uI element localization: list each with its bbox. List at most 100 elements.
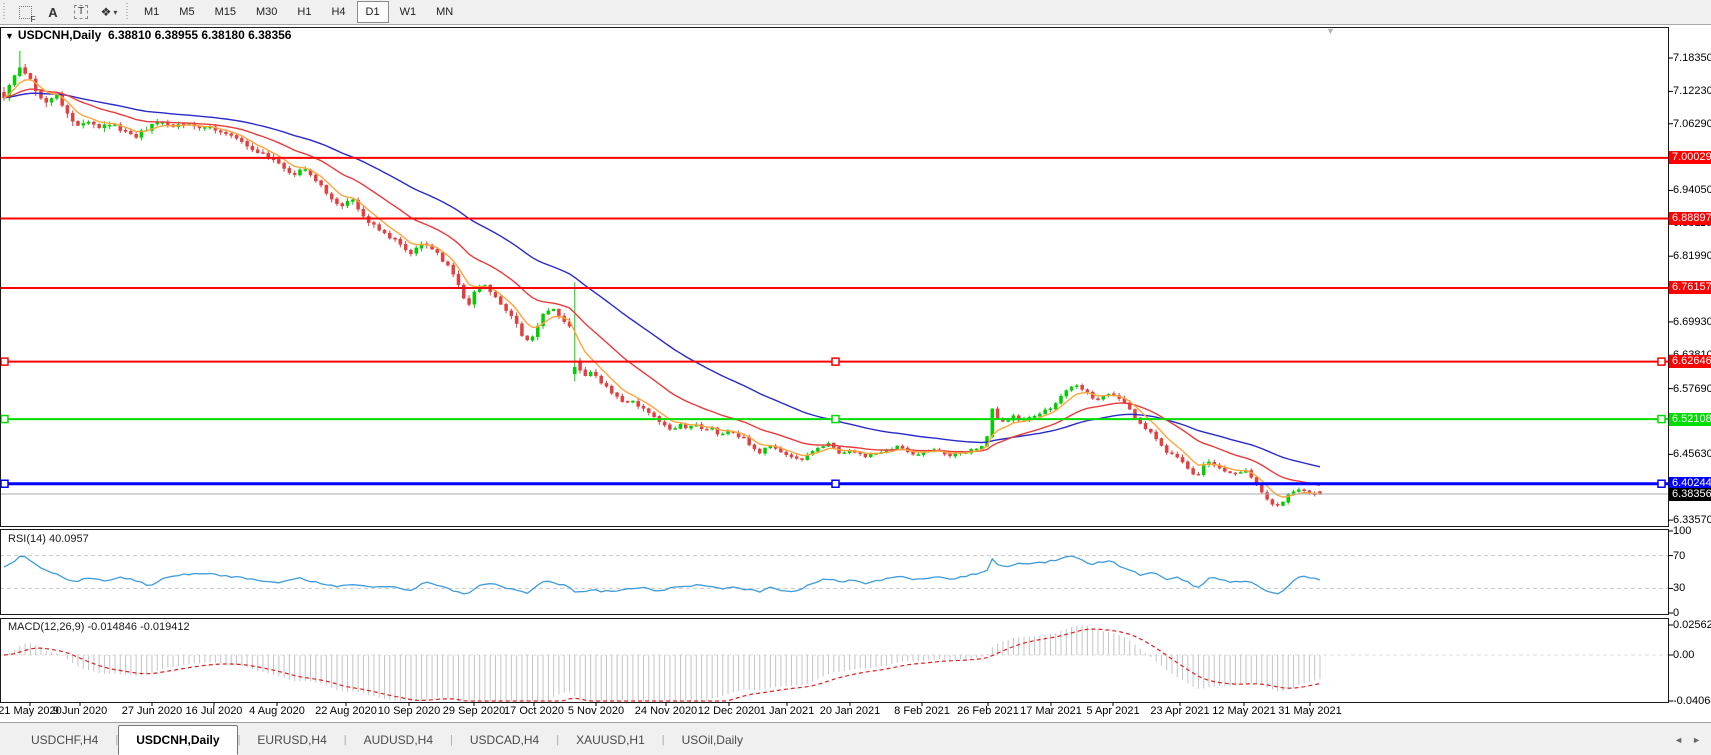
line-selection-handle[interactable] [832,358,839,365]
candle-body [203,127,206,128]
candle-body [785,452,788,455]
candle-body [1165,446,1168,453]
text-tool-button[interactable]: T [68,1,94,23]
candle-body [452,265,455,274]
candle-body [1065,391,1068,396]
candle-body [304,170,307,171]
candle-body [679,424,682,428]
timeframe-button-w1[interactable]: W1 [391,1,426,23]
candle-body [1149,429,1152,432]
rsi-axis-label: 70 [1673,550,1685,563]
candle-body [557,309,560,316]
candle-body [663,422,666,425]
candle-body [388,233,391,238]
chart-tab-audusd-h4[interactable]: AUDUSD,H4 [347,728,450,751]
macd-axis-label: -0.040687 [1673,695,1711,708]
candle-body [298,170,301,175]
candle-body [1075,386,1078,387]
line-selection-handle[interactable] [832,480,839,487]
candle-body [1303,490,1306,491]
price-axis-label: 6.57690 [1673,383,1711,396]
date-axis-label: 31 May 2021 [1273,705,1347,717]
timeframe-button-m30[interactable]: M30 [247,1,286,23]
timeframe-button-m15[interactable]: M15 [206,1,245,23]
timeframe-button-m1[interactable]: M1 [135,1,168,23]
timeframe-button-d1[interactable]: D1 [357,1,389,23]
pane-border [1,530,1669,615]
candle-body [166,123,169,125]
date-axis-label: 10 Sep 2020 [372,705,446,717]
candle-body [690,426,693,428]
candle-body [76,121,79,125]
candle-body [536,326,539,337]
candle-body [822,446,825,447]
tabs-scroll-left-icon[interactable]: ◄ [1674,735,1683,745]
candle-body [1223,468,1226,471]
date-axis-label: 9 Jun 2020 [43,705,117,717]
rsi-indicator-label: RSI(14) 40.0957 [8,533,89,545]
line-selection-handle[interactable] [832,416,839,423]
candle-body [864,454,867,457]
candle-body [1054,403,1057,409]
chart-tab-usdcnh-daily[interactable]: USDCNH,Daily [118,725,237,755]
chart-tab-usdchf-h4[interactable]: USDCHF,H4 [14,728,115,751]
timeframe-button-h1[interactable]: H1 [288,1,320,23]
candle-body [764,448,767,453]
line-selection-handle[interactable] [1658,480,1665,487]
toolbar-grip[interactable] [126,3,131,21]
chart-tab-xauusd-h1[interactable]: XAUUSD,H1 [559,728,662,751]
chart-title: ▼USDCNH,Daily 6.38810 6.38955 6.38180 6.… [5,28,291,42]
chart-tab-usoil-daily[interactable]: USOil,Daily [665,728,760,751]
candle-body [896,446,899,449]
line-selection-handle[interactable] [1,480,8,487]
candle-body [912,452,915,454]
candle-body [219,131,222,133]
candle-body [473,292,476,304]
candle-body [637,401,640,406]
line-price-tag: 6.76157 [1669,281,1711,294]
crosshair-grid-icon[interactable]: F [12,1,38,23]
line-selection-handle[interactable] [1658,358,1665,365]
candle-body [954,454,957,456]
candle-body [917,455,920,456]
candle-body [320,181,323,185]
macd-main-value: -0.014846 [87,621,137,633]
tabs-scroll-right-icon[interactable]: ► [1692,735,1701,745]
candle-body [124,130,127,131]
candle-body [1038,414,1041,416]
candle-body [29,73,32,78]
chart-tabs: USDCHF,H4|USDCNH,Daily|EURUSD,H4|AUDUSD,… [14,725,760,755]
timeframe-button-h4[interactable]: H4 [322,1,354,23]
macd-axis-label: 0.025623 [1673,619,1711,632]
arrow-tool-button[interactable]: A [40,1,66,23]
line-selection-handle[interactable] [1,358,8,365]
candle-body [1070,387,1073,390]
line-selection-handle[interactable] [1,416,8,423]
dropdown-caret-icon: ▾ [113,8,117,17]
candle-body [949,454,952,456]
candle-body [1049,409,1052,410]
candle-body [1155,432,1158,439]
candle-body [256,150,259,153]
chart-canvas[interactable] [0,0,1711,722]
line-selection-handle[interactable] [1658,416,1665,423]
rsi-value: 40.0957 [49,533,89,545]
macd-signal-line [4,629,1320,701]
candle-body [335,199,338,204]
chart-tab-usdcad-h4[interactable]: USDCAD,H4 [453,728,556,751]
candle-body [505,304,508,310]
chart-tab-eurusd-h4[interactable]: EURUSD,H4 [240,728,343,751]
current-price-tag: 6.38356 [1669,488,1711,501]
candle-body [1096,399,1099,400]
toolbar-grip[interactable] [3,3,8,21]
candle-body [515,316,518,323]
candle-body [277,159,280,163]
date-axis-label: 12 May 2021 [1207,705,1281,717]
candle-body [351,200,354,202]
objects-menu-button[interactable]: ❖ ▾ [96,1,122,23]
timeframe-button-m5[interactable]: M5 [170,1,203,23]
timeframe-button-mn[interactable]: MN [427,1,462,23]
chart-shift-marker[interactable]: ▼ [1326,26,1335,36]
symbol-collapse-icon[interactable]: ▼ [5,31,14,41]
candle-body [1086,390,1089,392]
